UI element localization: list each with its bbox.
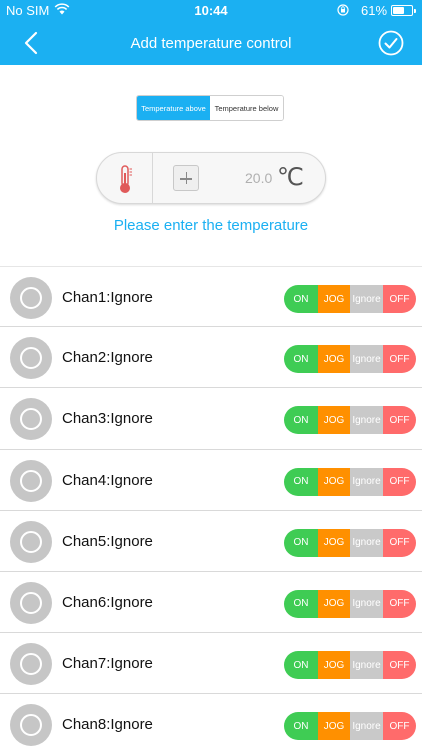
temperature-value[interactable]: 20.0 bbox=[245, 170, 272, 186]
segment-temperature-above[interactable]: Temperature above bbox=[137, 96, 210, 120]
mode-on-button[interactable]: ON bbox=[284, 406, 318, 435]
mode-on-button[interactable]: ON bbox=[284, 345, 318, 374]
mode-jog-button[interactable]: JOG bbox=[318, 589, 350, 618]
channel-select-button[interactable] bbox=[10, 643, 52, 686]
channel-row: Chan3:Ignore ON JOG Ignore OFF bbox=[0, 388, 422, 450]
mode-ignore-button[interactable]: Ignore bbox=[350, 651, 383, 680]
channel-label: Chan4:Ignore bbox=[62, 471, 153, 489]
mode-on-button[interactable]: ON bbox=[284, 528, 318, 557]
channel-row: Chan8:Ignore ON JOG Ignore OFF bbox=[0, 694, 422, 750]
channel-mode-toggle: ON JOG Ignore OFF bbox=[284, 285, 416, 313]
mode-jog-button[interactable]: JOG bbox=[318, 528, 350, 557]
channel-mode-toggle: ON JOG Ignore OFF bbox=[284, 345, 416, 374]
mode-ignore-button[interactable]: Ignore bbox=[350, 589, 383, 618]
channel-list: Chan1:Ignore ON JOG Ignore OFF Chan2:Ignore ON… bbox=[0, 266, 422, 750]
mode-on-button[interactable]: ON bbox=[284, 712, 318, 741]
battery-percent: 61% bbox=[361, 3, 388, 18]
mode-ignore-button[interactable]: Ignore bbox=[350, 285, 383, 313]
channel-mode-toggle: ON JOG Ignore OFF bbox=[284, 406, 416, 435]
app-header: No SIM 10:44 61% Add temperature control bbox=[0, 0, 422, 65]
channel-select-button[interactable] bbox=[10, 520, 52, 563]
mode-ignore-button[interactable]: Ignore bbox=[350, 406, 383, 435]
channel-row: Chan5:Ignore ON JOG Ignore OFF bbox=[0, 511, 422, 572]
mode-on-button[interactable]: ON bbox=[284, 589, 318, 618]
mode-ignore-button[interactable]: Ignore bbox=[350, 467, 383, 496]
temperature-hint: Please enter the temperature bbox=[113, 217, 309, 234]
channel-select-button[interactable] bbox=[10, 459, 52, 502]
channel-label: Chan1:Ignore bbox=[62, 289, 153, 306]
channel-select-button[interactable] bbox=[10, 581, 52, 624]
divider bbox=[152, 153, 153, 203]
channel-label: Chan6:Ignore bbox=[62, 593, 153, 611]
channel-row: Chan4:Ignore ON JOG Ignore OFF bbox=[0, 450, 422, 511]
channel-select-button[interactable] bbox=[10, 337, 52, 380]
mode-off-button[interactable]: OFF bbox=[383, 406, 416, 435]
mode-off-button[interactable]: OFF bbox=[383, 589, 416, 618]
temperature-unit: ℃ bbox=[277, 164, 304, 191]
status-bar: No SIM 10:44 61% bbox=[0, 0, 422, 22]
threshold-segmented-control: Temperature above Temperature below bbox=[136, 95, 284, 121]
mode-ignore-button[interactable]: Ignore bbox=[350, 345, 383, 374]
channel-mode-toggle: ON JOG Ignore OFF bbox=[284, 651, 416, 680]
nav-bar: Add temperature control bbox=[0, 22, 422, 65]
check-circle-icon[interactable] bbox=[378, 30, 404, 56]
channel-label: Chan5:Ignore bbox=[62, 532, 153, 550]
segment-temperature-below[interactable]: Temperature below bbox=[210, 96, 283, 120]
channel-row: Chan2:Ignore ON JOG Ignore OFF bbox=[0, 327, 422, 389]
mode-off-button[interactable]: OFF bbox=[383, 712, 416, 741]
mode-jog-button[interactable]: JOG bbox=[318, 651, 350, 680]
orientation-lock-icon bbox=[337, 4, 349, 16]
mode-ignore-button[interactable]: Ignore bbox=[350, 712, 383, 741]
mode-jog-button[interactable]: JOG bbox=[318, 467, 350, 496]
channel-mode-toggle: ON JOG Ignore OFF bbox=[284, 712, 416, 741]
channel-label: Chan7:Ignore bbox=[62, 655, 153, 673]
plus-icon[interactable] bbox=[173, 165, 199, 191]
channel-select-button[interactable] bbox=[10, 704, 52, 747]
channel-select-button[interactable] bbox=[10, 277, 52, 319]
channel-mode-toggle: ON JOG Ignore OFF bbox=[284, 589, 416, 618]
thermometer-icon bbox=[120, 165, 132, 193]
mode-on-button[interactable]: ON bbox=[284, 285, 318, 313]
mode-on-button[interactable]: ON bbox=[284, 467, 318, 496]
channel-row: Chan1:Ignore ON JOG Ignore OFF bbox=[0, 266, 422, 328]
status-time: 10:44 bbox=[194, 3, 228, 18]
mode-on-button[interactable]: ON bbox=[284, 651, 318, 680]
mode-off-button[interactable]: OFF bbox=[383, 285, 416, 313]
mode-jog-button[interactable]: JOG bbox=[318, 285, 350, 313]
page-title: Add temperature control bbox=[130, 35, 292, 52]
channel-mode-toggle: ON JOG Ignore OFF bbox=[284, 528, 416, 557]
mode-off-button[interactable]: OFF bbox=[383, 467, 416, 496]
mode-jog-button[interactable]: JOG bbox=[318, 406, 350, 435]
mode-off-button[interactable]: OFF bbox=[383, 528, 416, 557]
channel-label: Chan8:Ignore bbox=[62, 716, 153, 734]
mode-ignore-button[interactable]: Ignore bbox=[350, 528, 383, 557]
temperature-input-box: 20.0 ℃ bbox=[96, 152, 326, 204]
channel-row: Chan7:Ignore ON JOG Ignore OFF bbox=[0, 633, 422, 695]
channel-label: Chan3:Ignore bbox=[62, 410, 153, 428]
channel-label: Chan2:Ignore bbox=[62, 349, 153, 367]
channel-select-button[interactable] bbox=[10, 398, 52, 441]
channel-mode-toggle: ON JOG Ignore OFF bbox=[284, 467, 416, 496]
mode-off-button[interactable]: OFF bbox=[383, 345, 416, 374]
mode-off-button[interactable]: OFF bbox=[383, 651, 416, 680]
mode-jog-button[interactable]: JOG bbox=[318, 345, 350, 374]
channel-row: Chan6:Ignore ON JOG Ignore OFF bbox=[0, 572, 422, 634]
mode-jog-button[interactable]: JOG bbox=[318, 712, 350, 741]
battery-icon bbox=[391, 5, 416, 16]
